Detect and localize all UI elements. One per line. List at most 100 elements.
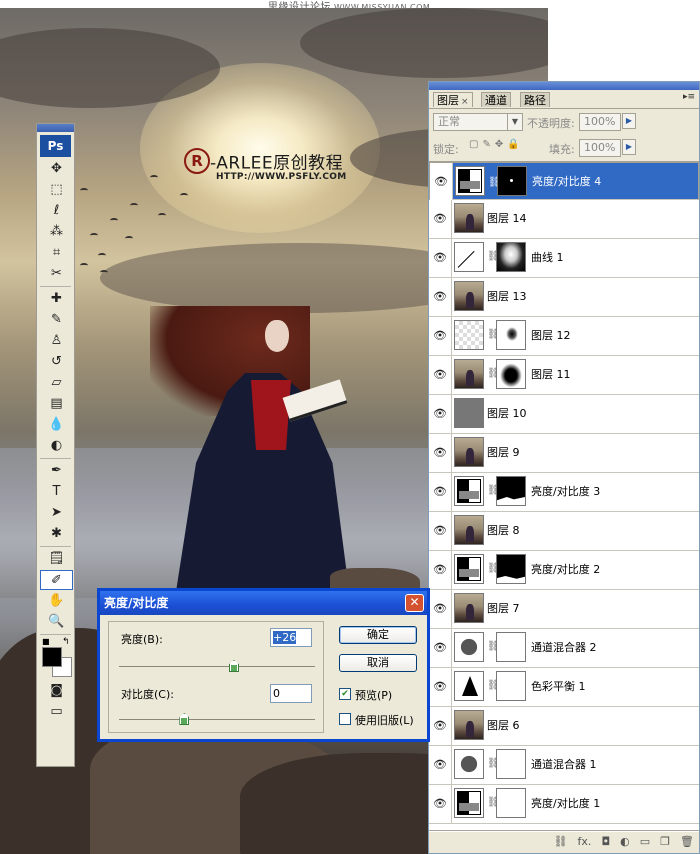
contrast-slider-handle[interactable] [179,713,190,725]
type-tool-icon[interactable]: T [40,482,73,502]
visibility-eye-icon[interactable]: 👁 [429,590,452,628]
layer-mask-thumbnail[interactable] [496,359,526,389]
cancel-button[interactable]: 取消 [339,654,417,672]
layer-thumbnail[interactable] [454,671,484,701]
layer-mask-thumbnail[interactable] [496,788,526,818]
visibility-eye-icon[interactable]: 👁 [429,746,452,784]
magic-wand-tool-icon[interactable]: ⁂ [40,222,73,242]
path-selection-tool-icon[interactable]: ➤ [40,503,73,523]
layer-thumbnail[interactable] [454,203,484,233]
swap-colors-icon[interactable]: ↰ [62,637,70,647]
panel-menu-icon[interactable]: ▸≡ [683,92,695,102]
ok-button[interactable]: 确定 [339,626,417,644]
photoshop-logo[interactable]: Ps [40,135,71,157]
eraser-tool-icon[interactable]: ▱ [40,373,73,393]
visibility-eye-icon[interactable]: 👁 [429,395,452,433]
foreground-color[interactable] [42,647,62,667]
layer-row[interactable]: 👁 图层 13 [429,278,699,317]
preview-checkbox[interactable]: ✔ [339,688,351,700]
default-colors-icon[interactable]: ■ [42,637,50,646]
fill-slider-button[interactable]: ▶ [622,139,636,155]
brightness-slider-handle[interactable] [228,660,239,672]
layer-thumbnail[interactable] [454,515,484,545]
trash-icon[interactable]: 🗑 [680,835,694,848]
history-brush-tool-icon[interactable]: ↺ [40,352,73,372]
legacy-checkbox[interactable] [339,713,351,725]
blend-mode-select[interactable]: 正常 ▼ [433,113,523,131]
visibility-eye-icon[interactable]: 👁 [429,668,452,706]
layer-row[interactable]: 👁 图层 14 [429,200,699,239]
opacity-slider-button[interactable]: ▶ [622,113,636,129]
layer-row[interactable]: 👁 ⛓ 通道混合器 2 [429,629,699,668]
visibility-eye-icon[interactable]: 👁 [429,434,452,472]
layer-thumbnail[interactable] [454,788,484,818]
layer-thumbnail[interactable] [454,476,484,506]
opacity-input[interactable]: 100% [579,113,621,131]
dialog-titlebar[interactable]: 亮度/对比度 [100,591,427,615]
visibility-eye-icon[interactable]: 👁 [429,239,452,277]
crop-tool-icon[interactable]: ⌗ [40,243,73,263]
blur-tool-icon[interactable]: 💧 [40,415,73,435]
layer-row[interactable]: 👁 图层 9 [429,434,699,473]
layer-row[interactable]: 👁 ⛓ 亮度/对比度 2 [429,551,699,590]
layer-thumbnail[interactable] [454,710,484,740]
pen-tool-icon[interactable]: ✒ [40,461,73,481]
visibility-eye-icon[interactable]: 👁 [429,356,452,394]
hand-tool-icon[interactable]: ✋ [40,591,73,611]
mask-icon[interactable]: ◘ [601,835,610,848]
eyedropper-tool-icon[interactable]: ✐ [40,570,73,590]
layer-thumbnail[interactable] [454,320,484,350]
layer-row[interactable]: 👁 ⛓ 亮度/对比度 4 [429,162,699,201]
quick-mask-icon[interactable]: ◙ [40,681,73,701]
link-icon[interactable]: ⛓ [554,835,568,848]
zoom-tool-icon[interactable]: 🔍 [40,612,73,632]
layer-thumbnail[interactable] [454,632,484,662]
gradient-tool-icon[interactable]: ▤ [40,394,73,414]
layer-row[interactable]: 👁 ⛓ 亮度/对比度 1 [429,785,699,824]
notes-tool-icon[interactable]: 🗒 [40,549,73,569]
visibility-eye-icon[interactable]: 👁 [429,785,452,823]
layer-mask-thumbnail[interactable] [496,749,526,779]
layer-row[interactable]: 👁 图层 6 [429,707,699,746]
layer-mask-thumbnail[interactable] [496,476,526,506]
close-icon[interactable]: ✕ [405,594,424,612]
screen-mode-icon[interactable]: ▭ [40,702,73,722]
stamp-tool-icon[interactable]: ♙ [40,331,73,351]
layer-thumbnail[interactable] [454,398,484,428]
visibility-eye-icon[interactable]: 👁 [429,473,452,511]
marquee-tool-icon[interactable]: ⬚ [40,180,73,200]
shape-tool-icon[interactable]: ✱ [40,524,73,544]
fill-input[interactable]: 100% [579,139,621,157]
layer-mask-thumbnail[interactable] [496,320,526,350]
tab-paths[interactable]: 路径 [520,92,550,107]
group-icon[interactable]: ▭ [640,835,650,848]
dodge-tool-icon[interactable]: ◐ [40,436,73,456]
contrast-slider-track[interactable] [119,719,315,720]
layer-thumbnail[interactable] [454,242,484,272]
fx-icon[interactable]: fx. [578,835,592,848]
layer-mask-thumbnail[interactable] [496,242,526,272]
new-layer-icon[interactable]: ❐ [660,835,670,848]
layer-thumbnail[interactable] [454,437,484,467]
lock-icons[interactable]: ▢✎✥🔒 [469,139,524,150]
close-tab-icon[interactable]: × [461,97,469,107]
layer-row[interactable]: 👁 ⛓ 图层 12 [429,317,699,356]
layer-row[interactable]: 👁 ⛓ 通道混合器 1 [429,746,699,785]
layer-thumbnail[interactable] [454,749,484,779]
tab-channels[interactable]: 通道 [481,92,511,107]
move-tool-icon[interactable]: ✥ [40,159,73,179]
lasso-tool-icon[interactable]: ℓ [40,201,73,221]
visibility-eye-icon[interactable]: 👁 [429,200,452,238]
brightness-slider-track[interactable] [119,666,315,667]
layer-row[interactable]: 👁 图层 8 [429,512,699,551]
layer-row[interactable]: 👁 ⛓ 色彩平衡 1 [429,668,699,707]
slice-tool-icon[interactable]: ✂ [40,264,73,284]
tools-palette-grip[interactable] [37,124,74,132]
layer-mask-thumbnail[interactable] [497,166,527,196]
visibility-eye-icon[interactable]: 👁 [429,629,452,667]
layer-row[interactable]: 👁 图层 10 [429,395,699,434]
layer-row[interactable]: 👁 ⛓ 亮度/对比度 3 [429,473,699,512]
visibility-eye-icon[interactable]: 👁 [429,551,452,589]
layers-panel-titlebar[interactable] [429,82,699,90]
layer-row[interactable]: 👁 图层 7 [429,590,699,629]
